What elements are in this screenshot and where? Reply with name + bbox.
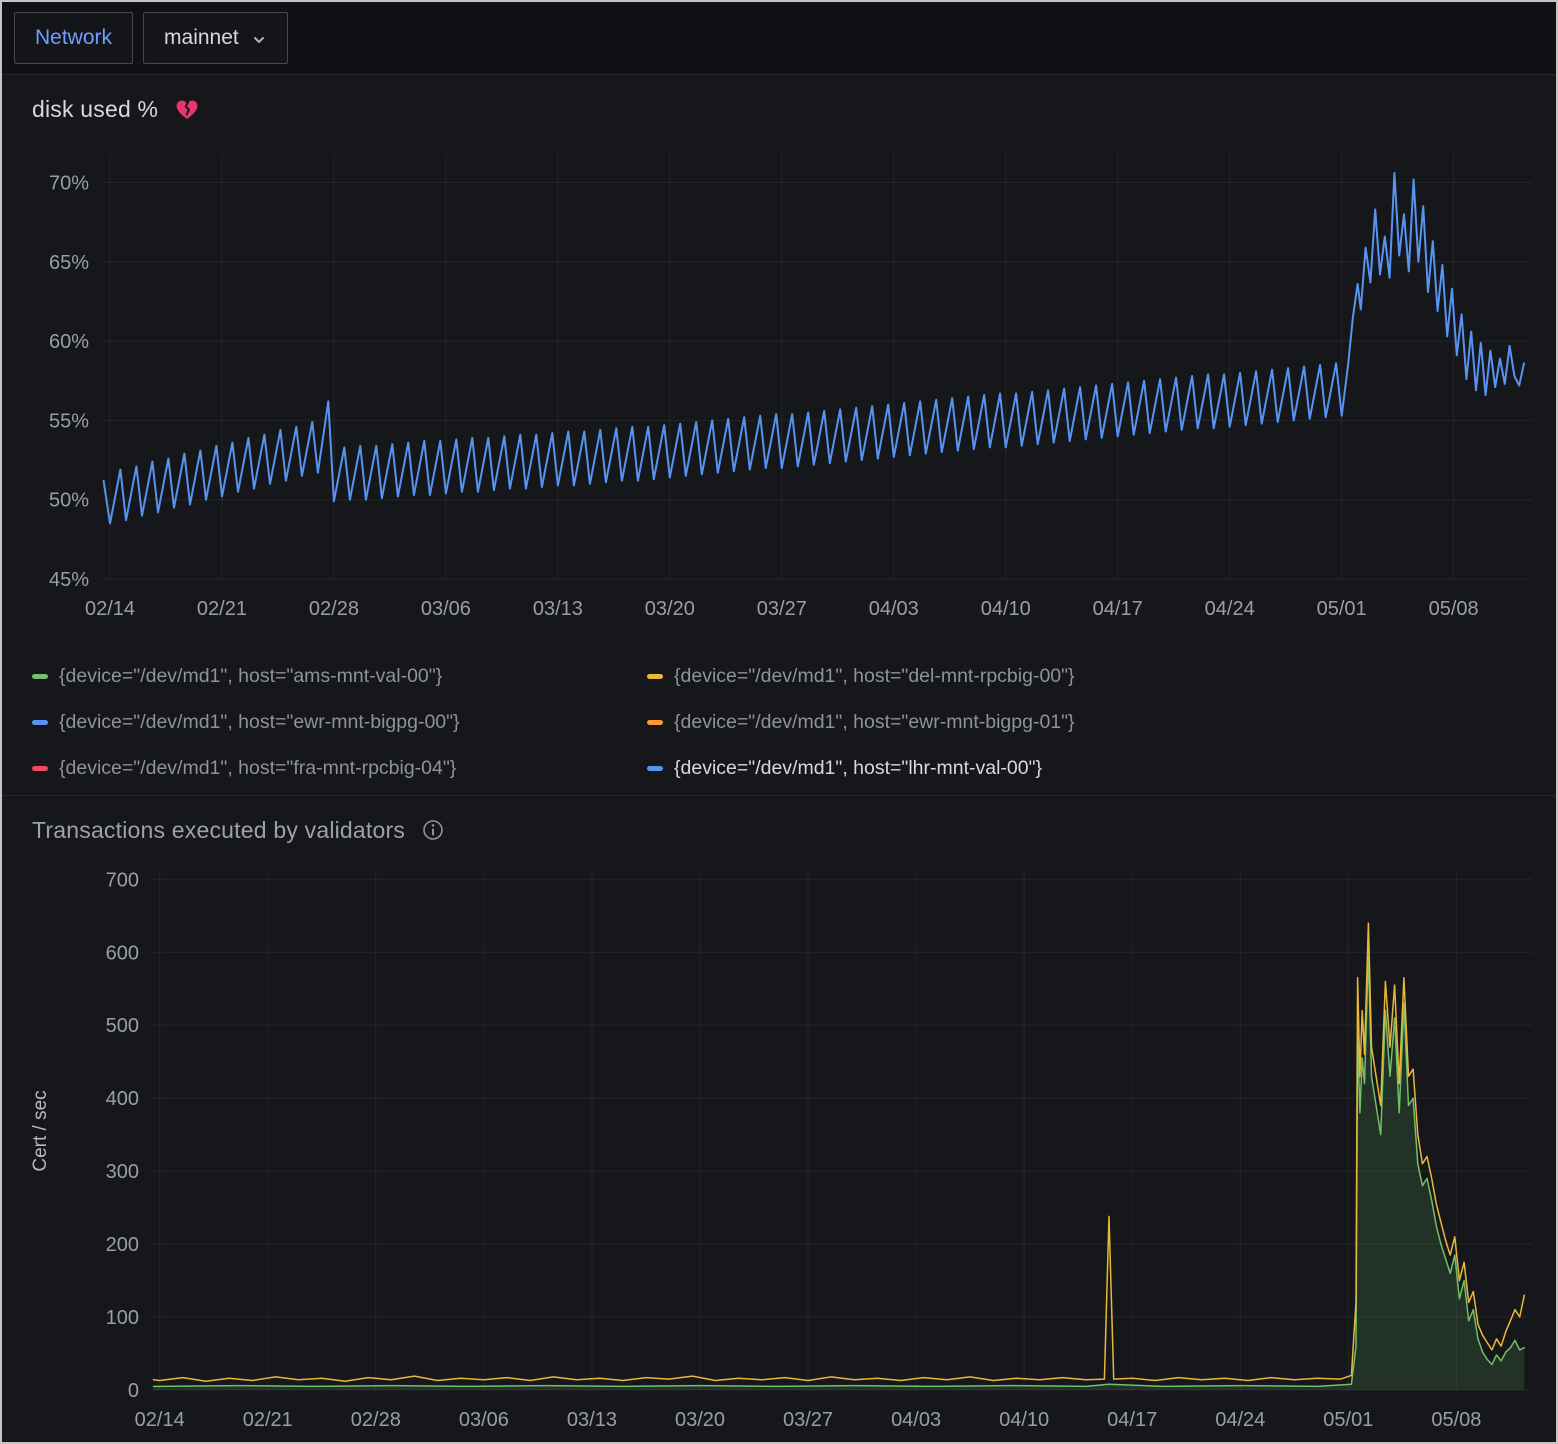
transactions-panel-header: Transactions executed by validators [2,796,1556,850]
legend: {device="/dev/md1", host="ams-mnt-val-00… [2,649,1556,795]
x-tick-label: 02/21 [243,1409,293,1431]
y-tick-label: 200 [106,1234,139,1256]
legend-item[interactable]: {device="/dev/md1", host="fra-mnt-rpcbig… [32,745,647,791]
x-tick-label: 02/28 [309,598,359,620]
network-variable-label: Network [35,26,112,50]
x-tick-label: 02/14 [135,1409,185,1431]
x-tick-label: 03/27 [783,1409,833,1431]
disk-used-chart[interactable]: 45% 50% 55% 60% 65% 70% 02/14 02/21 02/28 03/06 03… [2,129,1558,649]
y-tick-label: 45% [49,569,89,591]
x-tick-label: 03/06 [459,1409,509,1431]
legend-series-swatch [647,766,663,771]
y-tick-label: 0 [128,1380,139,1402]
grafana-dashboard: Network mainnet disk used % 45% 50% 55% 60%… [0,0,1558,1444]
legend-item[interactable]: {device="/dev/md1", host="lhr-mnt-val-00… [647,745,1556,791]
x-tick-label: 04/03 [869,598,919,620]
legend-series-swatch [647,720,663,725]
x-tick-label: 03/20 [675,1409,725,1431]
legend-item[interactable]: {device="/dev/md1", host="ewr-mnt-bigpg-… [647,699,1556,745]
x-tick-label: 03/13 [533,598,583,620]
x-tick-label: 05/01 [1323,1409,1373,1431]
series-line[interactable] [104,173,1524,524]
legend-series-label: {device="/dev/md1", host="ewr-mnt-bigpg-… [674,711,1075,734]
x-tick-label: 04/03 [891,1409,941,1431]
y-tick-label: 60% [49,331,89,353]
info-icon[interactable] [421,818,445,842]
y-tick-label: 600 [106,942,139,964]
network-variable-dropdown[interactable]: mainnet [143,12,288,64]
y-tick-label: 50% [49,490,89,512]
series-line[interactable] [154,923,1525,1381]
y-tick-label: 700 [106,869,139,891]
y-tick-label: 400 [106,1088,139,1110]
x-tick-label: 03/13 [567,1409,617,1431]
y-tick-label: 70% [49,173,89,195]
disk-used-panel: disk used % 45% 50% 55% 60% 65% 70% 02/14 02/21… [2,74,1556,795]
broken-heart-alert-icon[interactable] [174,96,200,122]
series-line[interactable] [154,952,1525,1386]
y-axis-label: Cert / sec [30,1090,51,1171]
x-tick-label: 03/20 [645,598,695,620]
legend-series-label: {device="/dev/md1", host="del-mnt-rpcbig… [674,665,1075,688]
legend-series-label: {device="/dev/md1", host="fra-mnt-rpcbig… [59,757,456,780]
legend-item[interactable]: {device="/dev/md1", host="ewr-mnt-bigpg-… [32,699,647,745]
panel-title[interactable]: disk used % [32,96,158,123]
legend-series-swatch [647,674,663,679]
legend-item[interactable]: {device="/dev/md1", host="del-mnt-rpcbig… [647,653,1556,699]
dashboard-variables-bar: Network mainnet [2,2,1556,74]
x-tick-label: 05/01 [1317,598,1367,620]
legend-series-label: {device="/dev/md1", host="ams-mnt-val-00… [59,665,442,688]
panel-title[interactable]: Transactions executed by validators [32,817,405,844]
y-tick-label: 65% [49,252,89,274]
y-tick-label: 300 [106,1161,139,1183]
x-tick-label: 02/14 [85,598,135,620]
x-tick-label: 03/27 [757,598,807,620]
x-tick-label: 05/08 [1431,1409,1481,1431]
legend-series-label: {device="/dev/md1", host="ewr-mnt-bigpg-… [59,711,460,734]
y-tick-label: 55% [49,410,89,432]
y-tick-label: 500 [106,1015,139,1037]
x-tick-label: 04/17 [1107,1409,1157,1431]
legend-series-swatch [32,766,48,771]
x-tick-label: 04/10 [999,1409,1049,1431]
x-tick-label: 02/28 [351,1409,401,1431]
network-variable-value: mainnet [164,26,239,50]
legend-series-label: {device="/dev/md1", host="lhr-mnt-val-00… [674,757,1042,780]
chevron-down-icon [251,32,267,48]
transactions-chart[interactable]: 0 100 200 300 400 500 600 700 02/14 02/21 02/28 03/… [2,850,1558,1444]
legend-series-swatch [32,720,48,725]
legend-series-swatch [32,674,48,679]
legend-item[interactable]: {device="/dev/md1", host="ams-mnt-val-00… [32,653,647,699]
disk-used-panel-header: disk used % [2,75,1556,129]
x-tick-label: 04/24 [1215,1409,1265,1431]
x-tick-label: 05/08 [1429,598,1479,620]
x-tick-label: 02/21 [197,598,247,620]
x-tick-label: 04/10 [981,598,1031,620]
y-tick-label: 100 [106,1307,139,1329]
network-variable-label-box: Network [14,12,133,64]
transactions-panel: Transactions executed by validators 0 100… [2,795,1556,1444]
x-tick-label: 03/06 [421,598,471,620]
x-tick-label: 04/24 [1205,598,1255,620]
x-tick-label: 04/17 [1093,598,1143,620]
